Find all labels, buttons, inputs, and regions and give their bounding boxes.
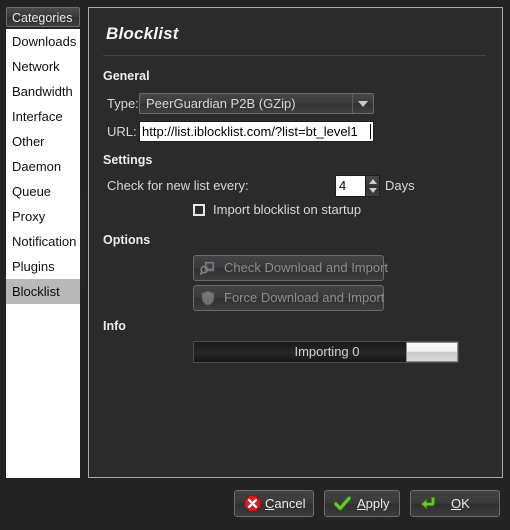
- sidebar-item-proxy[interactable]: Proxy: [6, 204, 80, 229]
- sidebar-item-blocklist[interactable]: Blocklist: [6, 279, 80, 304]
- ok-button-label: OK: [451, 496, 470, 511]
- force-download-and-import-button[interactable]: Force Download and Import: [193, 285, 384, 311]
- magnifier-document-icon: [200, 261, 215, 276]
- type-label: Type:: [107, 96, 139, 111]
- sidebar-item-plugins[interactable]: Plugins: [6, 254, 80, 279]
- chevron-down-icon[interactable]: [352, 94, 373, 113]
- sidebar-item-downloads[interactable]: Downloads: [6, 29, 80, 54]
- check-interval-label: Check for new list every:: [107, 178, 249, 193]
- group-heading-settings: Settings: [103, 153, 153, 167]
- categories-list[interactable]: Downloads Network Bandwidth Interface Ot…: [6, 29, 80, 478]
- apply-button-label: Apply: [357, 496, 390, 511]
- blocklist-type-select[interactable]: PeerGuardian P2B (GZip): [139, 93, 374, 114]
- progress-label: Importing 0: [294, 344, 360, 359]
- import-on-startup-label: Import blocklist on startup: [213, 202, 362, 217]
- import-progress-bar: Importing 0: [193, 341, 459, 363]
- sidebar-item-notification[interactable]: Notification: [6, 229, 80, 254]
- splitter-grip-icon: [81, 197, 85, 287]
- checkmark-icon: [334, 496, 351, 511]
- shield-icon: [201, 290, 215, 306]
- sidebar-item-daemon[interactable]: Daemon: [6, 154, 80, 179]
- stepper-down-icon[interactable]: [369, 188, 377, 193]
- categories-header: Categories: [6, 7, 80, 27]
- title-divider: [103, 55, 486, 56]
- group-heading-options: Options: [103, 233, 151, 247]
- group-heading-general: General: [103, 69, 150, 83]
- cancel-button[interactable]: Cancel: [234, 490, 314, 517]
- settings-panel: Blocklist General Type: PeerGuardian P2B…: [88, 7, 503, 478]
- enter-arrow-icon: [421, 496, 436, 510]
- group-heading-info: Info: [103, 319, 126, 333]
- stepper-buttons[interactable]: [365, 176, 379, 196]
- ok-button[interactable]: OK: [410, 490, 500, 517]
- force-download-and-import-label: Force Download and Import: [224, 290, 385, 305]
- cancel-button-label: Cancel: [265, 496, 306, 511]
- stepper-up-icon[interactable]: [369, 179, 377, 184]
- sidebar-item-bandwidth[interactable]: Bandwidth: [6, 79, 80, 104]
- import-on-startup-checkbox[interactable]: [193, 204, 205, 216]
- url-label: URL:: [107, 124, 137, 139]
- check-download-and-import-button[interactable]: Check Download and Import: [193, 255, 388, 281]
- check-interval-unit: Days: [385, 178, 415, 193]
- blocklist-type-value: PeerGuardian P2B (GZip): [146, 96, 296, 111]
- check-interval-value: 4: [339, 178, 347, 193]
- check-interval-stepper[interactable]: 4: [335, 175, 380, 197]
- preferences-dialog: Categories Downloads Network Bandwidth I…: [0, 0, 510, 530]
- cancel-icon: [244, 495, 261, 512]
- text-caret: [370, 124, 371, 139]
- sidebar-item-interface[interactable]: Interface: [6, 104, 80, 129]
- check-download-and-import-label: Check Download and Import: [224, 260, 389, 275]
- sidebar-item-queue[interactable]: Queue: [6, 179, 80, 204]
- apply-button[interactable]: Apply: [324, 490, 400, 517]
- categories-pane: Categories Downloads Network Bandwidth I…: [6, 7, 80, 478]
- splitter-handle[interactable]: [80, 7, 86, 478]
- sidebar-item-other[interactable]: Other: [6, 129, 80, 154]
- blocklist-url-input[interactable]: http://list.iblocklist.com/?list=bt_leve…: [139, 121, 374, 142]
- page-title: Blocklist: [106, 24, 179, 43]
- sidebar-item-network[interactable]: Network: [6, 54, 80, 79]
- blocklist-url-value: http://list.iblocklist.com/?list=bt_leve…: [142, 124, 358, 139]
